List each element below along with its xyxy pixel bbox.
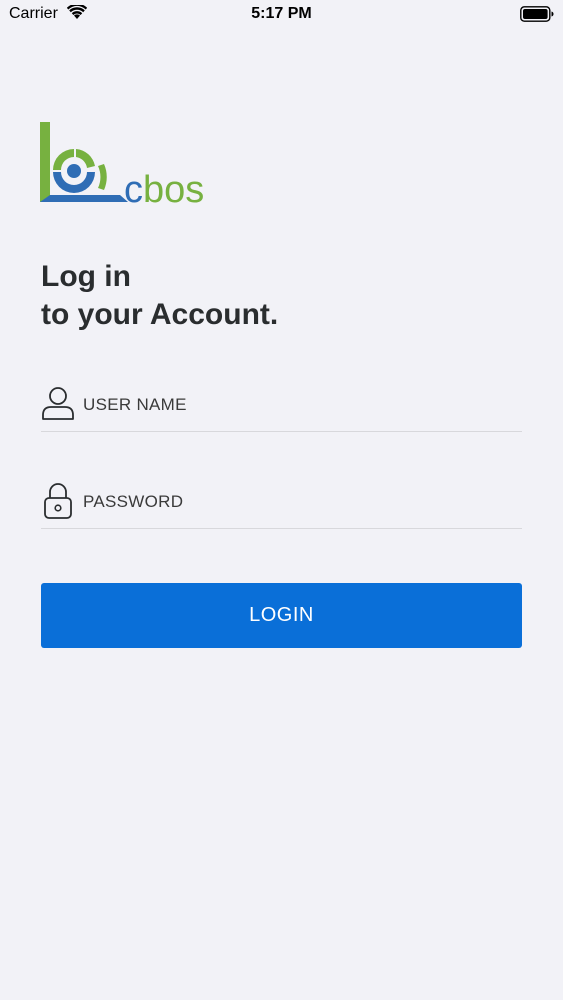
status-time: 5:17 PM	[251, 5, 312, 22]
app-logo: c bos	[40, 122, 226, 211]
password-input[interactable]	[83, 482, 513, 522]
lock-icon	[41, 482, 75, 525]
battery-icon	[520, 6, 554, 27]
login-button[interactable]: LOGIN	[41, 583, 522, 648]
username-input[interactable]	[83, 385, 513, 425]
password-field	[41, 482, 522, 529]
username-field	[41, 385, 522, 432]
title-line-1: Log in	[41, 260, 131, 293]
logo-letter-c: c	[124, 169, 143, 204]
status-bar: Carrier 5:17 PM	[0, 0, 563, 30]
login-button-label: LOGIN	[249, 604, 314, 626]
logo-letters-bos: bos	[143, 169, 204, 204]
title-line-2: to your Account.	[41, 298, 279, 331]
page-title: Log in to your Account.	[41, 258, 278, 334]
user-icon	[41, 385, 75, 426]
